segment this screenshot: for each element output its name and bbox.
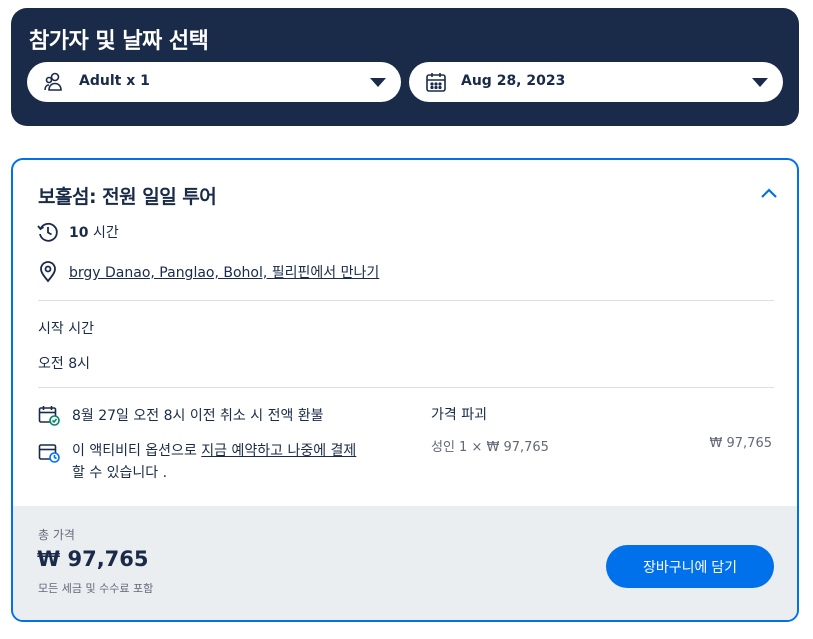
reserve-suffix: 할 수 있습니다 . [72,465,168,481]
participants-select[interactable]: Adult x 1 [27,62,401,102]
add-to-cart-button[interactable]: 장바구니에 담기 [606,545,774,588]
divider [38,387,774,388]
price-breakdown-title: 가격 파괴 [431,407,487,423]
reserve-now-row: 이 액티비티 옵션으로 지금 예약하고 나중에 결제 할 수 있습니다 . [38,440,362,484]
price-footer: 총 가격 ₩ 97,765 모든 세금 및 수수료 포함 장바구니에 담기 [13,506,797,620]
reserve-prefix: 이 액티비티 옵션으로 [72,443,202,459]
total-price: ₩ 97,765 [37,547,149,571]
participants-icon [44,72,62,91]
date-select[interactable]: Aug 28, 2023 [409,62,783,102]
duration-unit: 시간 [92,225,119,241]
total-price-label: 총 가격 [38,528,75,542]
duration-number: 10 [69,225,89,241]
option-card: 보홀섬: 전원 일일 투어 10 시간 brgy Danao, Panglao,… [11,158,799,622]
location-pin-icon [40,261,56,283]
duration-row: 10 시간 [37,221,119,243]
start-time-value: 오전 8시 [38,356,90,372]
meeting-point-row: brgy Danao, Panglao, Bohol, 필리핀에서 만나기 [37,261,379,283]
chevron-down-icon [370,78,386,87]
total-price-note: 모든 세금 및 수수료 포함 [38,582,154,595]
price-breakdown-item: 성인 1 × ₩ 97,765 [431,440,549,455]
calendar-icon [426,73,446,92]
chevron-down-icon [752,78,768,87]
cancellation-text: 8월 27일 오전 8시 이전 취소 시 전액 환불 [72,408,324,424]
reserve-now-link[interactable]: 지금 예약하고 나중에 결제 [201,443,356,459]
divider [38,300,774,301]
calendar-check-icon [38,406,60,426]
reserve-calendar-icon [38,444,60,463]
start-time-label: 시작 시간 [38,321,94,337]
date-value: Aug 28, 2023 [461,73,566,89]
clock-history-icon [37,222,58,242]
price-breakdown-amount: ₩ 97,765 [709,436,772,451]
participants-value: Adult x 1 [79,73,150,89]
option-title: 보홀섬: 전원 일일 투어 [38,186,217,208]
panel-title: 참가자 및 날짜 선택 [29,29,209,54]
meeting-point-link[interactable]: brgy Danao, Panglao, Bohol, 필리핀에서 만나기 [69,262,379,282]
participants-date-panel: 참가자 및 날짜 선택 Adult x 1 Aug 28, 2023 [11,8,799,126]
free-cancellation-row: 8월 27일 오전 8시 이전 취소 시 전액 환불 [38,404,324,426]
chevron-up-icon[interactable] [759,186,779,200]
